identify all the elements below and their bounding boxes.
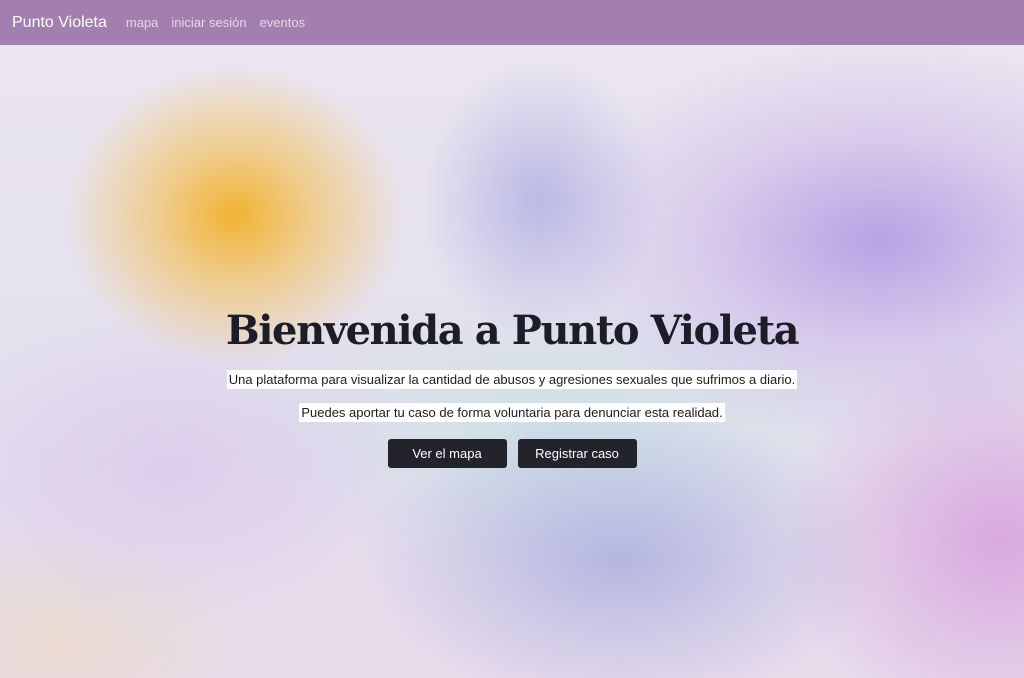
hero-title: Bienvenida a Punto Violeta [225, 307, 800, 354]
brand-link[interactable]: Punto Violeta [12, 14, 107, 32]
top-navbar: Punto Violeta mapa iniciar sesión evento… [0, 0, 1024, 45]
view-map-button[interactable]: Ver el mapa [387, 439, 507, 468]
register-case-button[interactable]: Registrar caso [517, 439, 637, 468]
nav-link-iniciar-sesion[interactable]: iniciar sesión [171, 15, 246, 30]
hero-actions: Ver el mapa Registrar caso [387, 439, 637, 468]
nav-link-eventos[interactable]: eventos [260, 15, 306, 30]
hero-section: Bienvenida a Punto Violeta Una plataform… [0, 300, 1024, 468]
hero-description: Una plataforma para visualizar la cantid… [226, 370, 798, 389]
nav-link-mapa[interactable]: mapa [126, 15, 159, 30]
hero-call-to-action-text: Puedes aportar tu caso de forma voluntar… [299, 403, 725, 422]
